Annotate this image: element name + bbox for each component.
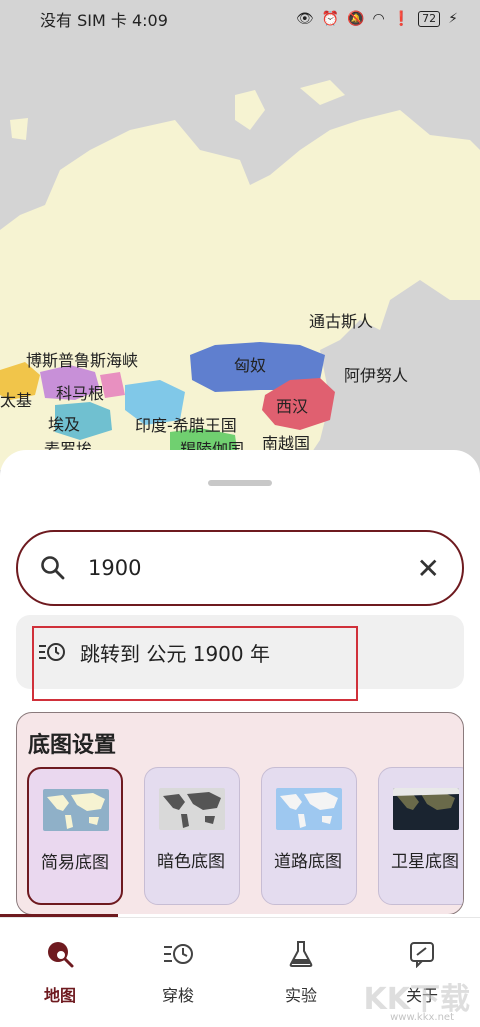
nav-item-map[interactable]: 地图 <box>0 938 120 1006</box>
nav-label: 实验 <box>284 986 317 1005</box>
alert-icon: ❗ <box>392 11 411 27</box>
mute-icon: 🔕 <box>347 11 365 27</box>
sheet-handle[interactable] <box>208 480 272 486</box>
simple-map-thumbnail <box>43 789 109 831</box>
nav-item-lab[interactable]: 实验 <box>241 938 361 1006</box>
battery-icon: 72 <box>418 11 441 27</box>
jump-to-year-suggestion[interactable]: 跳转到 公元 1900 年 <box>16 615 464 701</box>
watermark-url: www.kkx.net <box>390 1012 454 1023</box>
nav-item-shuttle[interactable]: 穿梭 <box>118 938 238 1006</box>
map-label-indo-greek: 印度-希腊王国 <box>135 416 237 435</box>
map-label-egypt: 埃及 <box>48 415 81 434</box>
search-icon <box>41 556 65 580</box>
basemap-option-label: 卫星底图 <box>391 852 459 872</box>
basemap-option-satellite[interactable]: 卫星底图 <box>378 767 463 905</box>
wifi-icon: ◠ <box>372 11 385 27</box>
flask-icon <box>289 941 313 967</box>
map-label-ainu: 阿伊努人 <box>344 366 409 385</box>
search-input[interactable]: 1900 <box>88 556 417 580</box>
highlight-box <box>32 626 358 701</box>
bottom-navigation: 地图 穿梭 实验 关于 KK下载 www.kkx.net <box>0 914 480 1027</box>
dark-map-thumbnail <box>159 788 225 830</box>
satellite-map-thumbnail <box>393 788 459 830</box>
time-travel-icon <box>164 944 193 964</box>
map-search-icon <box>48 942 74 968</box>
basemap-option-dark[interactable]: 暗色底图 <box>144 767 240 905</box>
basemap-settings-card: 底图设置 简易底图 暗色底图 道路底图 卫星底图 <box>16 712 464 915</box>
map-label-bosporus: 博斯普鲁斯海峡 <box>26 351 139 370</box>
basemap-option-label: 简易底图 <box>41 853 109 873</box>
land-north-1 <box>300 80 345 105</box>
about-icon <box>410 942 434 968</box>
nav-divider <box>0 917 480 918</box>
status-bar: 没有 SIM 卡 4:09 👁 ⏰ 🔕 ◠ ❗ 72 ⚡ <box>0 0 480 38</box>
map-label-commagene: 科马根 <box>56 384 105 403</box>
land-island-3 <box>10 118 28 140</box>
nav-label: 地图 <box>43 986 76 1005</box>
charging-icon: ⚡ <box>448 11 458 27</box>
carrier-time: 没有 SIM 卡 4:09 <box>40 11 168 30</box>
land-island-1 <box>235 90 265 130</box>
clear-icon[interactable]: ✕ <box>417 552 440 585</box>
basemap-option-simple[interactable]: 简易底图 <box>27 767 123 905</box>
basemap-option-label: 道路底图 <box>274 852 342 872</box>
historical-map[interactable]: 通古斯人 博斯普鲁斯海峡 匈奴 阿伊努人 科马根 太基 西汉 埃及 印度-希腊王… <box>0 0 480 470</box>
alarm-icon: ⏰ <box>321 11 340 27</box>
map-label-xiongnu: 匈奴 <box>234 356 267 375</box>
search-bar[interactable]: 1900 ✕ <box>16 530 464 606</box>
eye-icon: 👁 <box>295 11 314 27</box>
road-map-thumbnail <box>276 788 342 830</box>
map-label-tungusic: 通古斯人 <box>309 312 374 331</box>
map-label-xihan: 西汉 <box>276 397 309 416</box>
map-label-carthage: 太基 <box>0 391 33 410</box>
basemap-settings-title: 底图设置 <box>28 733 117 758</box>
status-icons: 👁 ⏰ 🔕 ◠ ❗ 72 ⚡ <box>296 11 458 27</box>
basemap-option-road[interactable]: 道路底图 <box>261 767 357 905</box>
basemap-option-label: 暗色底图 <box>157 852 225 872</box>
nav-label: 穿梭 <box>161 986 194 1005</box>
